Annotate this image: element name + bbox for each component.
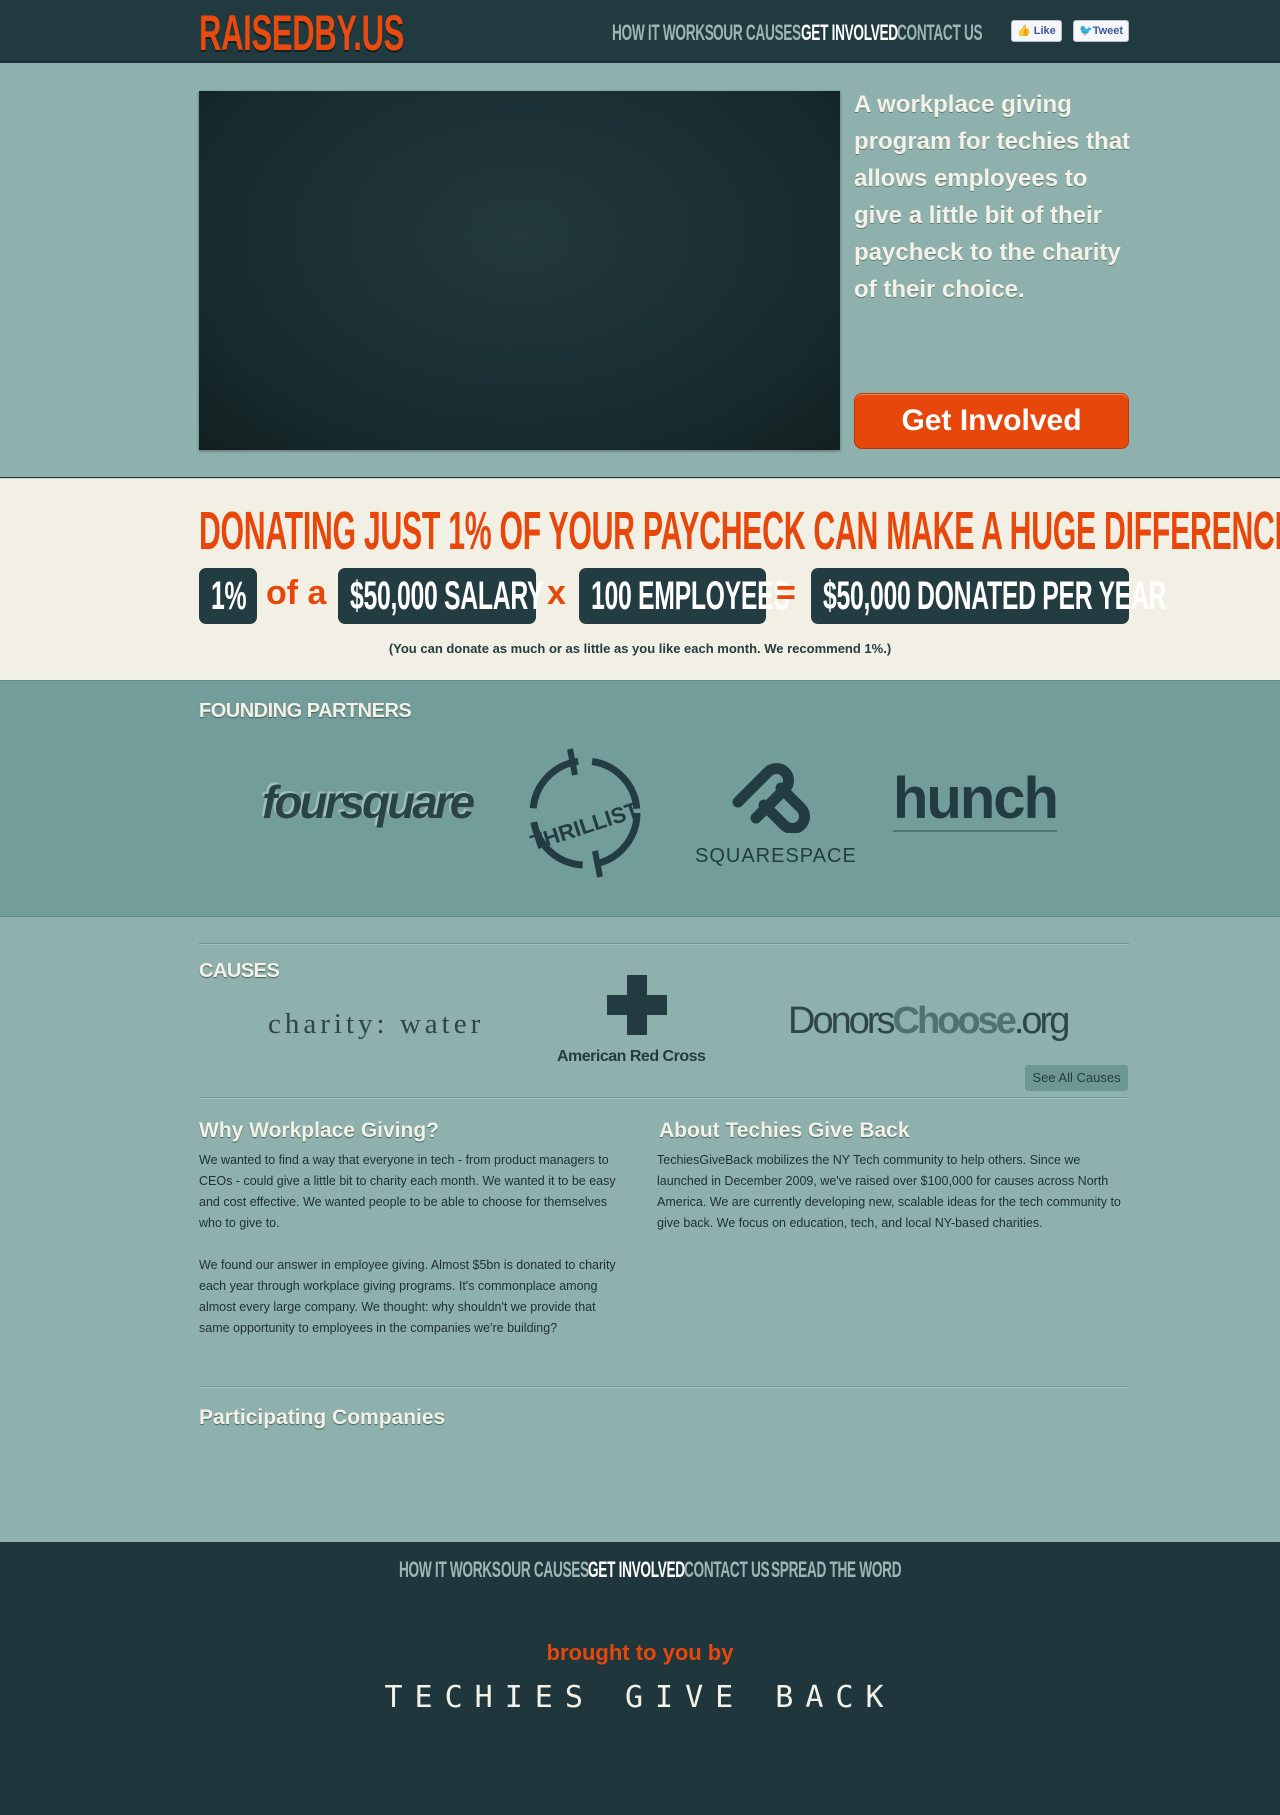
thumbs-up-icon: 👍 [1017,25,1031,37]
squarespace-logo[interactable]: SQUARESPACE [695,845,857,868]
why-workplace-giving-text: We wanted to find a way that everyone in… [199,1150,629,1360]
thrillist-logo[interactable]: THRILLIST [515,745,655,880]
paragraph: We found our answer in employee giving. … [199,1258,616,1335]
get-involved-button[interactable]: Get Involved [854,393,1129,449]
logo-text: RAISEDBY.US [199,5,405,61]
hero-tagline: A workplace giving program for techies t… [854,91,1131,303]
tweet-button[interactable]: 🐦Tweet [1073,20,1130,42]
red-cross-icon [607,975,667,1035]
charity-water-logo[interactable]: charity: water [268,1008,484,1041]
result-box: $50,000 DONATED PER YEAR [811,568,1166,624]
donation-note: (You can donate as much or as little as … [388,641,892,656]
facebook-like-button[interactable]: 👍 Like [1011,20,1062,42]
twitter-bird-icon: 🐦 [1079,25,1093,37]
percent-box: 1% [199,568,257,624]
of-a-text: of a [266,574,327,612]
salary-box: $50,000 SALARY [338,568,544,624]
paragraph: We wanted to find a way that everyone in… [199,1153,616,1230]
employees-box: 100 EMPLOYEES [579,568,790,624]
video-player[interactable] [199,91,840,450]
about-title: About Techies Give Back [659,1119,910,1142]
brought-to-you-by: brought to you by [546,1640,734,1665]
equals-symbol: = [776,574,796,612]
about-text: TechiesGiveBack mobilizes the NY Tech co… [657,1153,1121,1230]
squarespace-icon [732,763,810,833]
founding-partners-title: FOUNDING PARTNERS [199,700,412,722]
causes-title: CAUSES [199,960,280,982]
divider [199,1386,1129,1387]
see-all-causes-button[interactable]: See All Causes [1025,1065,1128,1091]
hunch-logo[interactable]: hunch [893,768,1059,832]
american-red-cross-logo[interactable]: American Red Cross [557,1048,706,1066]
participating-companies-title: Participating Companies [199,1406,446,1429]
site-logo[interactable]: RAISEDBY.US [199,4,530,62]
footer-nav-spread-the-word[interactable]: SPREAD THE WORD [771,1557,981,1583]
why-workplace-giving-title: Why Workplace Giving? [199,1119,439,1142]
divider [199,1097,1129,1098]
techies-give-back-logo[interactable]: TECHIES GIVE BACK [0,1680,1280,1715]
times-symbol: x [547,574,566,612]
header: RAISEDBY.US HOW IT WORKS OUR CAUSES GET … [0,0,1280,62]
foursquare-logo[interactable]: foursquare [262,775,475,829]
divider [199,943,1129,944]
donorschoose-logo[interactable]: DonorsChoose.org [788,1000,1070,1043]
donation-headline: DONATING JUST 1% OF YOUR PAYCHECK CAN MA… [199,501,1280,561]
